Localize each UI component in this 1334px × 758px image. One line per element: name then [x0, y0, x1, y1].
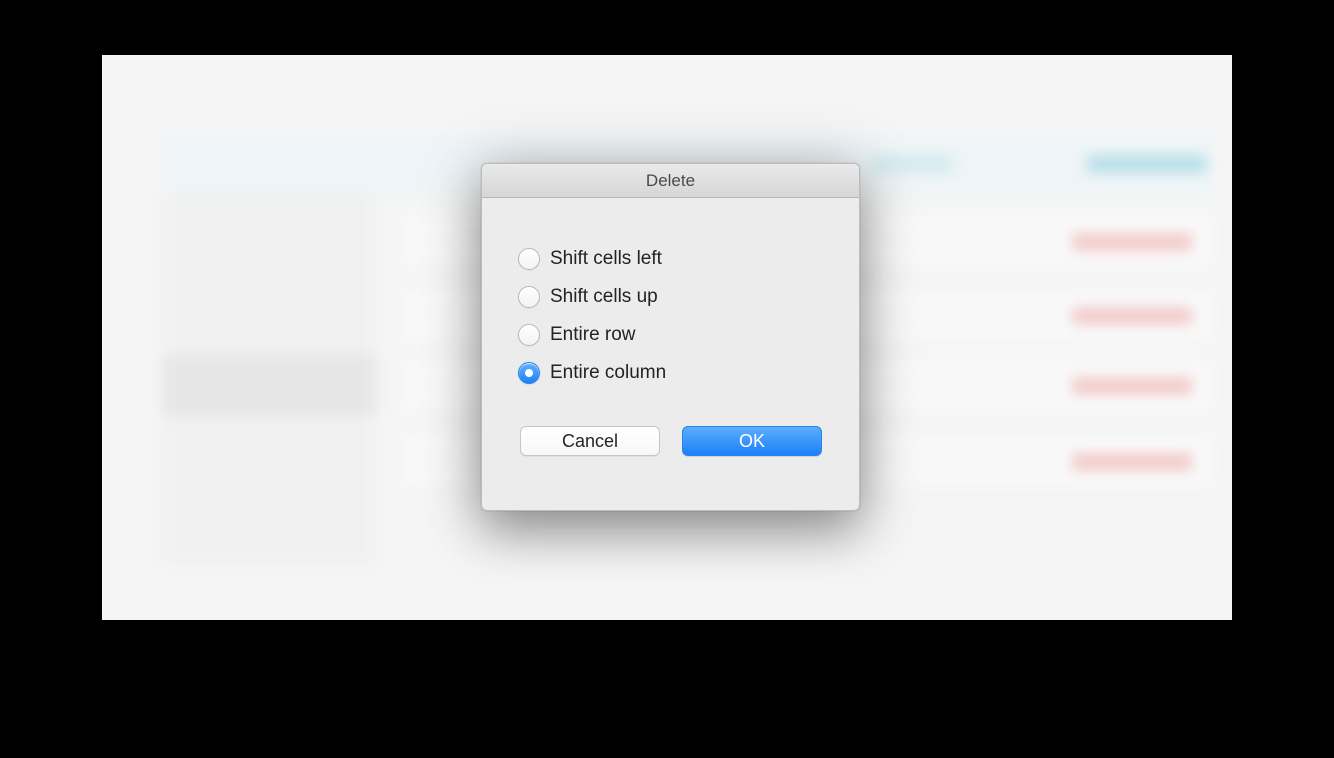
radio-label: Entire row [550, 324, 636, 346]
dialog-body: Shift cells left Shift cells up Entire r… [482, 198, 859, 476]
dialog-title: Delete [646, 171, 695, 191]
radio-shift-cells-left[interactable]: Shift cells left [516, 246, 825, 272]
delete-dialog: Delete Shift cells left Shift cells up E… [481, 163, 860, 511]
radio-entire-column[interactable]: Entire column [516, 360, 825, 386]
radio-shift-cells-up[interactable]: Shift cells up [516, 284, 825, 310]
radio-icon [516, 322, 542, 348]
radio-icon [516, 284, 542, 310]
radio-entire-row[interactable]: Entire row [516, 322, 825, 348]
radio-icon [516, 246, 542, 272]
ok-button-label: OK [739, 431, 765, 452]
ok-button[interactable]: OK [682, 426, 822, 456]
radio-label: Shift cells up [550, 286, 658, 308]
delete-options-radio-group: Shift cells left Shift cells up Entire r… [516, 246, 825, 386]
radio-label: Entire column [550, 362, 666, 384]
radio-label: Shift cells left [550, 248, 662, 270]
cancel-button[interactable]: Cancel [520, 426, 660, 456]
radio-icon [516, 360, 542, 386]
cancel-button-label: Cancel [562, 431, 618, 452]
dialog-titlebar[interactable]: Delete [482, 164, 859, 198]
dialog-button-row: Cancel OK [516, 426, 825, 456]
